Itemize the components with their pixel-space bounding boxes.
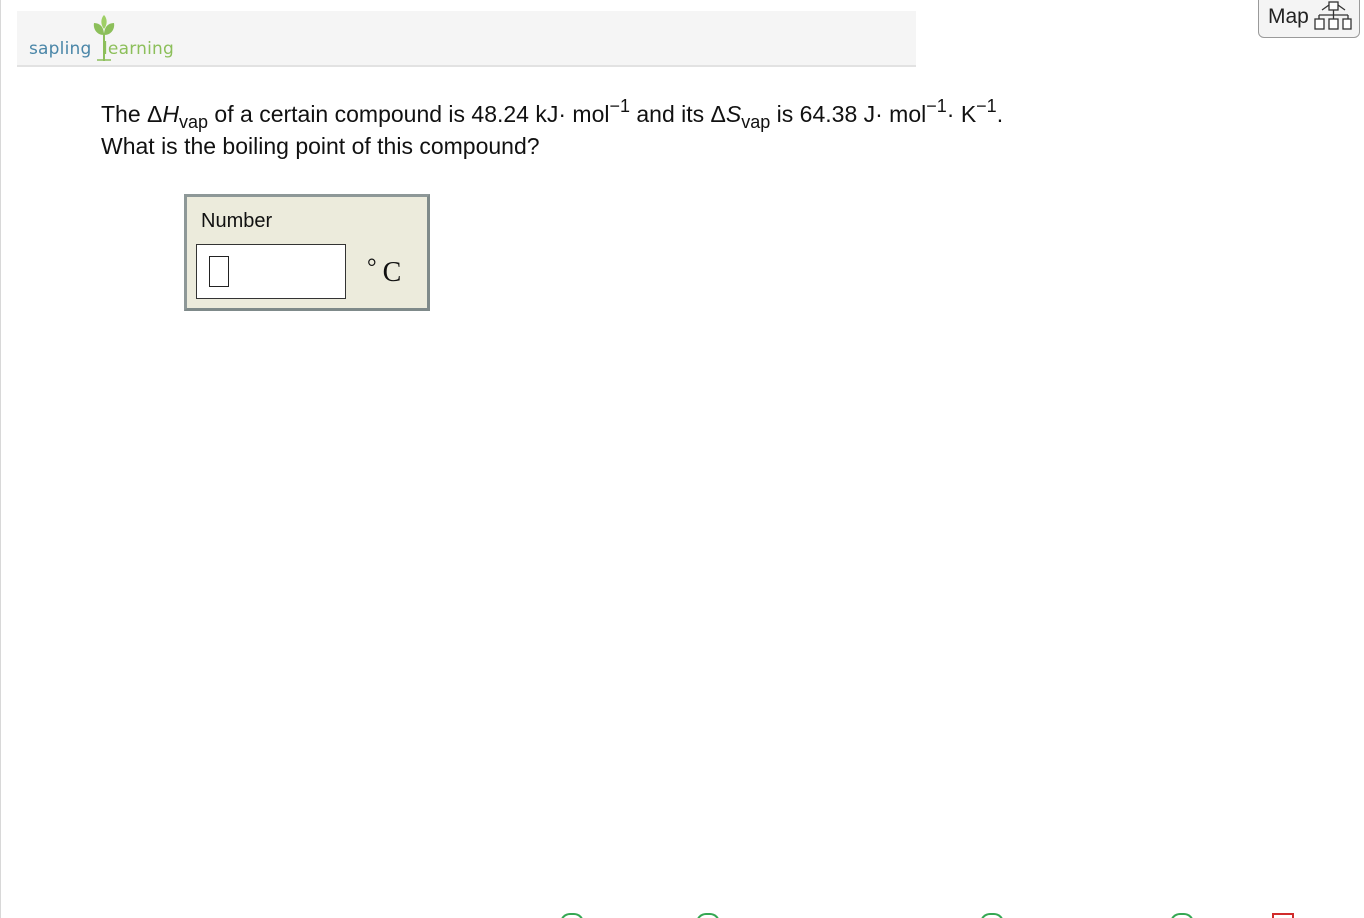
exponent: −1 — [976, 96, 997, 116]
enthalpy-symbol: H — [162, 101, 180, 127]
question-text-segment: is 64.38 J· mol — [770, 101, 927, 127]
sapling-learning-logo: sapling learning — [29, 15, 189, 61]
bottom-control-partial[interactable] — [980, 913, 1004, 918]
page: sapling learning Map The ΔHvap of a cert… — [0, 0, 1364, 918]
question-line-1: The ΔHvap of a certain compound is 48.24… — [101, 96, 1201, 132]
question-text-segment: The Δ — [101, 101, 163, 127]
exponent: −1 — [926, 96, 947, 116]
logo-text-sapling: sapling — [29, 39, 92, 59]
answer-panel: Number ° C — [184, 194, 430, 311]
bottom-control-partial[interactable] — [1272, 913, 1294, 918]
question-line-2: What is the boiling point of this compou… — [101, 133, 540, 159]
vap-subscript: vap — [179, 112, 209, 132]
question-text: The ΔHvap of a certain compound is 48.24… — [101, 96, 1201, 162]
bottom-control-partial[interactable] — [560, 913, 584, 918]
vap-subscript: vap — [741, 112, 771, 132]
answer-number-input[interactable] — [196, 244, 346, 299]
unit-celsius: C — [382, 257, 402, 288]
question-text-segment: of a certain compound is 48.24 kJ· mol — [208, 101, 610, 127]
question-text-segment: · K — [946, 101, 977, 127]
entropy-symbol: S — [725, 101, 742, 127]
bottom-control-partial[interactable] — [696, 913, 720, 918]
question-text-segment: . — [996, 101, 1004, 127]
header-bar: sapling learning — [17, 11, 916, 67]
exponent: −1 — [609, 96, 630, 116]
answer-label: Number — [201, 210, 273, 232]
map-button[interactable]: Map — [1258, 0, 1360, 38]
bottom-control-partial[interactable] — [1170, 913, 1194, 918]
left-border — [0, 0, 1, 918]
degree-symbol: ° — [367, 255, 377, 281]
question-text-segment: and its Δ — [630, 101, 726, 127]
logo-text-learning: learning — [103, 39, 174, 59]
map-button-label: Map — [1268, 5, 1309, 28]
unit-label: ° C — [367, 255, 401, 289]
sitemap-icon — [1314, 1, 1352, 30]
